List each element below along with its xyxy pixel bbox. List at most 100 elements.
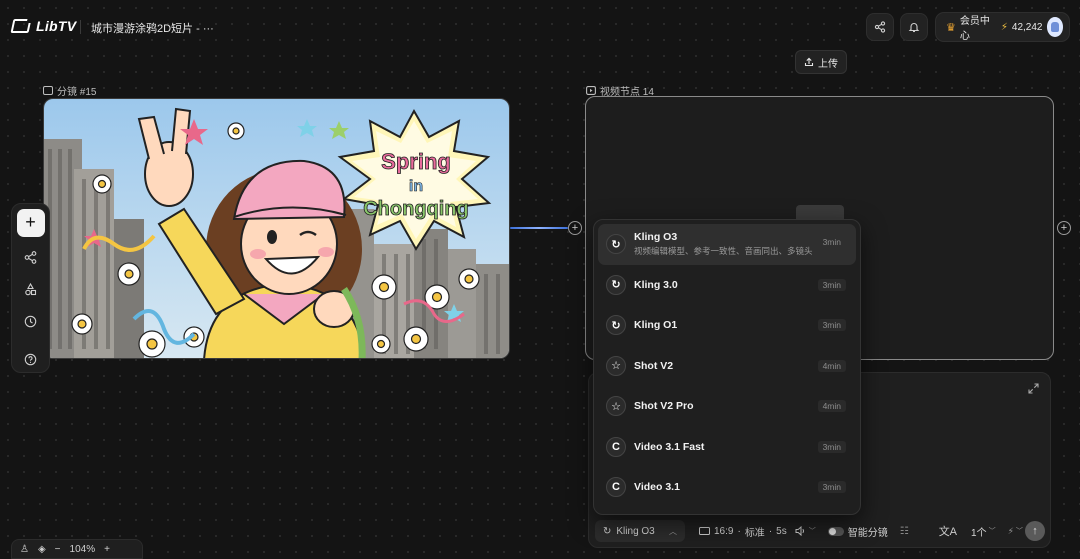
speaker-icon — [795, 526, 804, 536]
banner-line3: Chongqing — [363, 198, 469, 220]
share-button[interactable] — [866, 13, 894, 41]
zoom-bar: ♙ ◈ − 104% + — [11, 539, 143, 559]
model-name: Video 3.1 — [634, 481, 680, 494]
member-center-label: 会员中心 — [959, 16, 990, 42]
chevron-down-icon: ﹀ — [808, 528, 816, 535]
model-option-shot-v2-pro[interactable]: ☆ Shot V2 Pro 4min — [598, 386, 856, 427]
storyboard-illustration: Spring in Chongqing — [44, 99, 509, 358]
model-name: Video 3.1 Fast — [634, 440, 705, 453]
image-node-label: 分镜 #15 — [43, 83, 96, 98]
toggle-switch[interactable] — [827, 526, 844, 536]
credit-cost-select[interactable]: ⚡ ﹀ — [1008, 526, 1023, 537]
separator-dot: · — [768, 525, 773, 537]
generate-button[interactable]: ↑ — [1025, 521, 1045, 541]
logo-mark-icon — [10, 19, 32, 33]
aspect-ratio-value: 16:9 — [714, 525, 734, 537]
quality-value: 标准 — [744, 527, 765, 539]
model-option-shot-v2[interactable]: ☆ Shot V2 4min — [598, 346, 856, 387]
upload-button[interactable]: 上传 — [795, 50, 847, 74]
workflow-button[interactable] — [19, 245, 43, 269]
chevron-down-icon: ﹀ — [1015, 528, 1023, 535]
magic-icon[interactable]: ◈ — [38, 544, 46, 555]
model-name: Kling 3.0 — [634, 278, 678, 291]
add-node-button[interactable]: + — [16, 209, 45, 237]
bolt-icon: ⚡ — [1007, 525, 1014, 536]
star-icon: ☆ — [606, 396, 626, 417]
logo[interactable]: LibTV — [10, 18, 77, 34]
shapes-icon — [25, 282, 37, 295]
model-select[interactable]: ↻ Kling O3 ︿ — [595, 520, 685, 542]
storyboard-image[interactable]: Spring in Chongqing — [43, 98, 510, 359]
banner-line1: Spring — [381, 149, 451, 174]
model-option-kling-o1[interactable]: ↻ Kling O1 3min — [598, 305, 856, 346]
model-option-kling-o3[interactable]: ↻ Kling O3 视频编辑模型、参考一致性、音画同出、多镜头 3min — [598, 224, 856, 265]
spiral-icon: ↻ — [606, 274, 626, 295]
chevron-up-icon: ︿ — [669, 526, 677, 536]
share-icon — [874, 21, 886, 33]
chevron-down-icon: ﹀ — [988, 528, 996, 535]
model-name: Kling O3 — [634, 231, 678, 244]
crown-icon: ♛ — [946, 21, 956, 34]
aspect-ratio-select[interactable]: 16:9 · 标准 · 5s — [699, 524, 787, 539]
model-time: 3min — [817, 481, 846, 494]
node-connector — [510, 227, 568, 229]
arrow-up-icon: ↑ — [1032, 525, 1038, 537]
model-time: 3min — [822, 237, 841, 247]
video-node-output-handle[interactable]: + — [1057, 221, 1071, 235]
video-node-input-handle[interactable]: + — [568, 221, 582, 235]
help-button[interactable] — [19, 347, 43, 371]
model-time: 3min — [817, 319, 846, 332]
audio-toggle[interactable]: ﹀ — [795, 526, 816, 536]
google-icon: C — [606, 477, 626, 498]
bell-icon — [908, 23, 920, 33]
image-icon — [43, 86, 53, 95]
workflow-icon — [24, 250, 37, 264]
model-time: 3min — [817, 278, 846, 291]
zoom-out-button[interactable]: − — [55, 544, 61, 555]
zoom-in-button[interactable]: + — [104, 544, 110, 555]
translate-icon[interactable]: 文A — [939, 523, 957, 539]
smart-shot-toggle[interactable]: 智能分镜 — [827, 524, 888, 539]
model-name: Shot V2 Pro — [634, 400, 694, 413]
model-option-video-3-1[interactable]: C Video 3.1 3min — [598, 467, 856, 508]
count-value: 1个 — [971, 527, 987, 539]
clock-icon — [24, 315, 37, 327]
google-icon: C — [606, 436, 626, 457]
selected-model-label: Kling O3 — [616, 525, 655, 537]
banner-line2: in — [409, 178, 423, 195]
left-toolbar: + — [11, 203, 50, 373]
smart-shot-label: 智能分镜 — [847, 527, 888, 539]
count-select[interactable]: 1个 ﹀ — [971, 524, 996, 539]
project-title[interactable]: 城市漫游涂鸦2D短片 - ··· — [91, 20, 214, 36]
model-option-video-3-1-fast[interactable]: C Video 3.1 Fast 3min — [598, 427, 856, 468]
zoom-level: 104% — [69, 543, 96, 555]
star-icon: ☆ — [606, 355, 626, 376]
grid-icon[interactable]: ☷ — [900, 526, 909, 537]
model-dropdown[interactable]: ↻ Kling O3 视频编辑模型、参考一致性、音画同出、多镜头 3min ↻ … — [593, 219, 861, 515]
video-icon — [586, 86, 596, 95]
history-button[interactable] — [19, 309, 43, 333]
model-name: Kling O1 — [634, 319, 678, 332]
separator-dot: · — [737, 525, 741, 537]
person-icon[interactable]: ♙ — [20, 544, 29, 555]
model-name: Shot V2 — [634, 359, 674, 372]
upload-icon — [804, 57, 814, 67]
help-icon — [24, 353, 37, 365]
logo-text: LibTV — [36, 18, 77, 34]
image-node-title: 分镜 #15 — [57, 87, 97, 98]
header-divider — [80, 20, 81, 34]
model-time: 3min — [817, 440, 846, 453]
member-center-button[interactable]: ♛ 会员中心 ⚡ 42,242 — [935, 12, 1070, 42]
assets-button[interactable] — [19, 277, 43, 301]
avatar[interactable] — [1046, 17, 1063, 37]
aspect-ratio-icon — [699, 527, 710, 535]
model-time: 4min — [817, 359, 846, 372]
bolt-icon: ⚡ — [1000, 21, 1008, 33]
model-option-kling-3-0[interactable]: ↻ Kling 3.0 3min — [598, 265, 856, 306]
spiral-icon: ↻ — [606, 315, 626, 336]
generation-toolbar: ↻ Kling O3 ︿ 16:9 · 标准 · 5s ﹀ 智能分镜 ☷ 文A … — [595, 520, 1023, 542]
duration-value: 5s — [776, 525, 787, 537]
expand-icon[interactable] — [1028, 383, 1039, 397]
model-description: 视频编辑模型、参考一致性、音画同出、多镜头 — [634, 246, 813, 257]
notification-button[interactable] — [900, 13, 928, 41]
